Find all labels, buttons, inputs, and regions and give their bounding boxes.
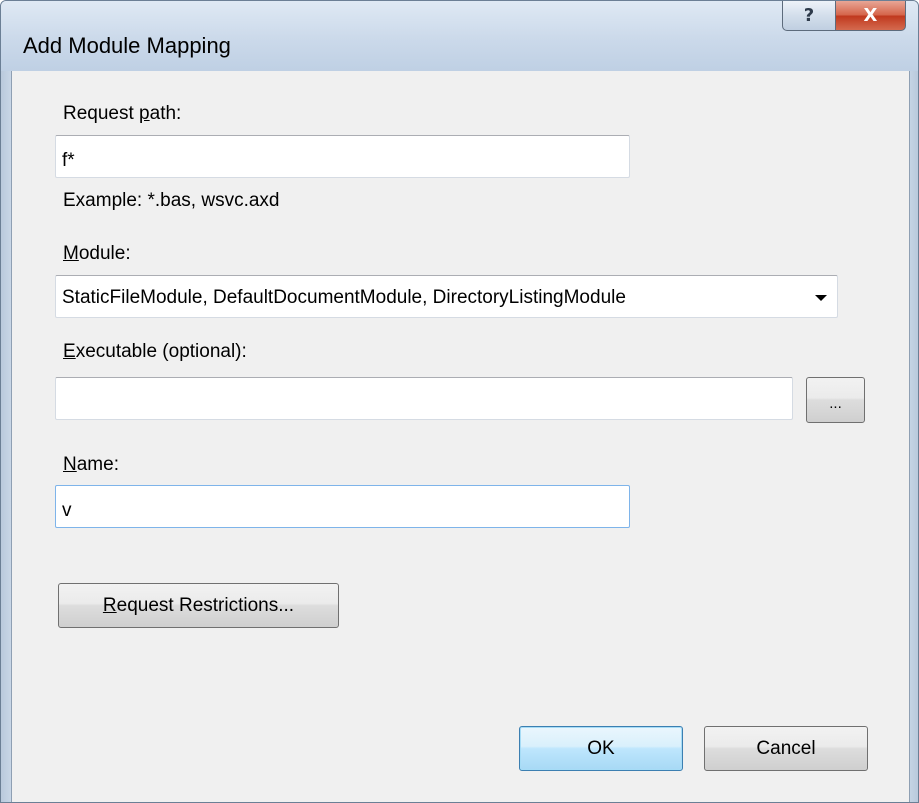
module-selected-value: StaticFileModule, DefaultDocumentModule,… — [62, 287, 626, 308]
cancel-button[interactable]: Cancel — [704, 726, 868, 771]
help-icon: ? — [803, 5, 815, 26]
request-restrictions-button[interactable]: Request Restrictions... — [58, 583, 339, 628]
dialog-window: Add Module Mapping ? X Request path: Exa… — [0, 0, 919, 803]
executable-input[interactable] — [55, 377, 793, 420]
request-path-example: Example: *.bas, wsvc.axd — [63, 190, 280, 211]
close-button[interactable]: X — [836, 1, 906, 31]
chevron-down-icon — [815, 295, 827, 301]
name-label: Name: — [63, 454, 119, 475]
ok-button[interactable]: OK — [519, 726, 683, 771]
browse-button[interactable]: ... — [806, 377, 865, 423]
request-path-input[interactable] — [55, 135, 630, 178]
left-frame — [1, 71, 11, 802]
name-input[interactable] — [55, 485, 630, 528]
executable-label: Executable (optional): — [63, 341, 247, 362]
help-button[interactable]: ? — [782, 1, 836, 31]
caption-buttons: ? X — [782, 1, 906, 31]
module-dropdown[interactable]: StaticFileModule, DefaultDocumentModule,… — [55, 275, 838, 318]
request-path-label: Request path: — [63, 103, 182, 124]
dialog-body: Request path: Example: *.bas, wsvc.axd M… — [11, 71, 910, 802]
dialog-title: Add Module Mapping — [23, 33, 231, 58]
title-bar[interactable]: Add Module Mapping ? X — [1, 1, 918, 71]
module-label: Module: — [63, 243, 131, 264]
close-icon: X — [863, 5, 878, 26]
